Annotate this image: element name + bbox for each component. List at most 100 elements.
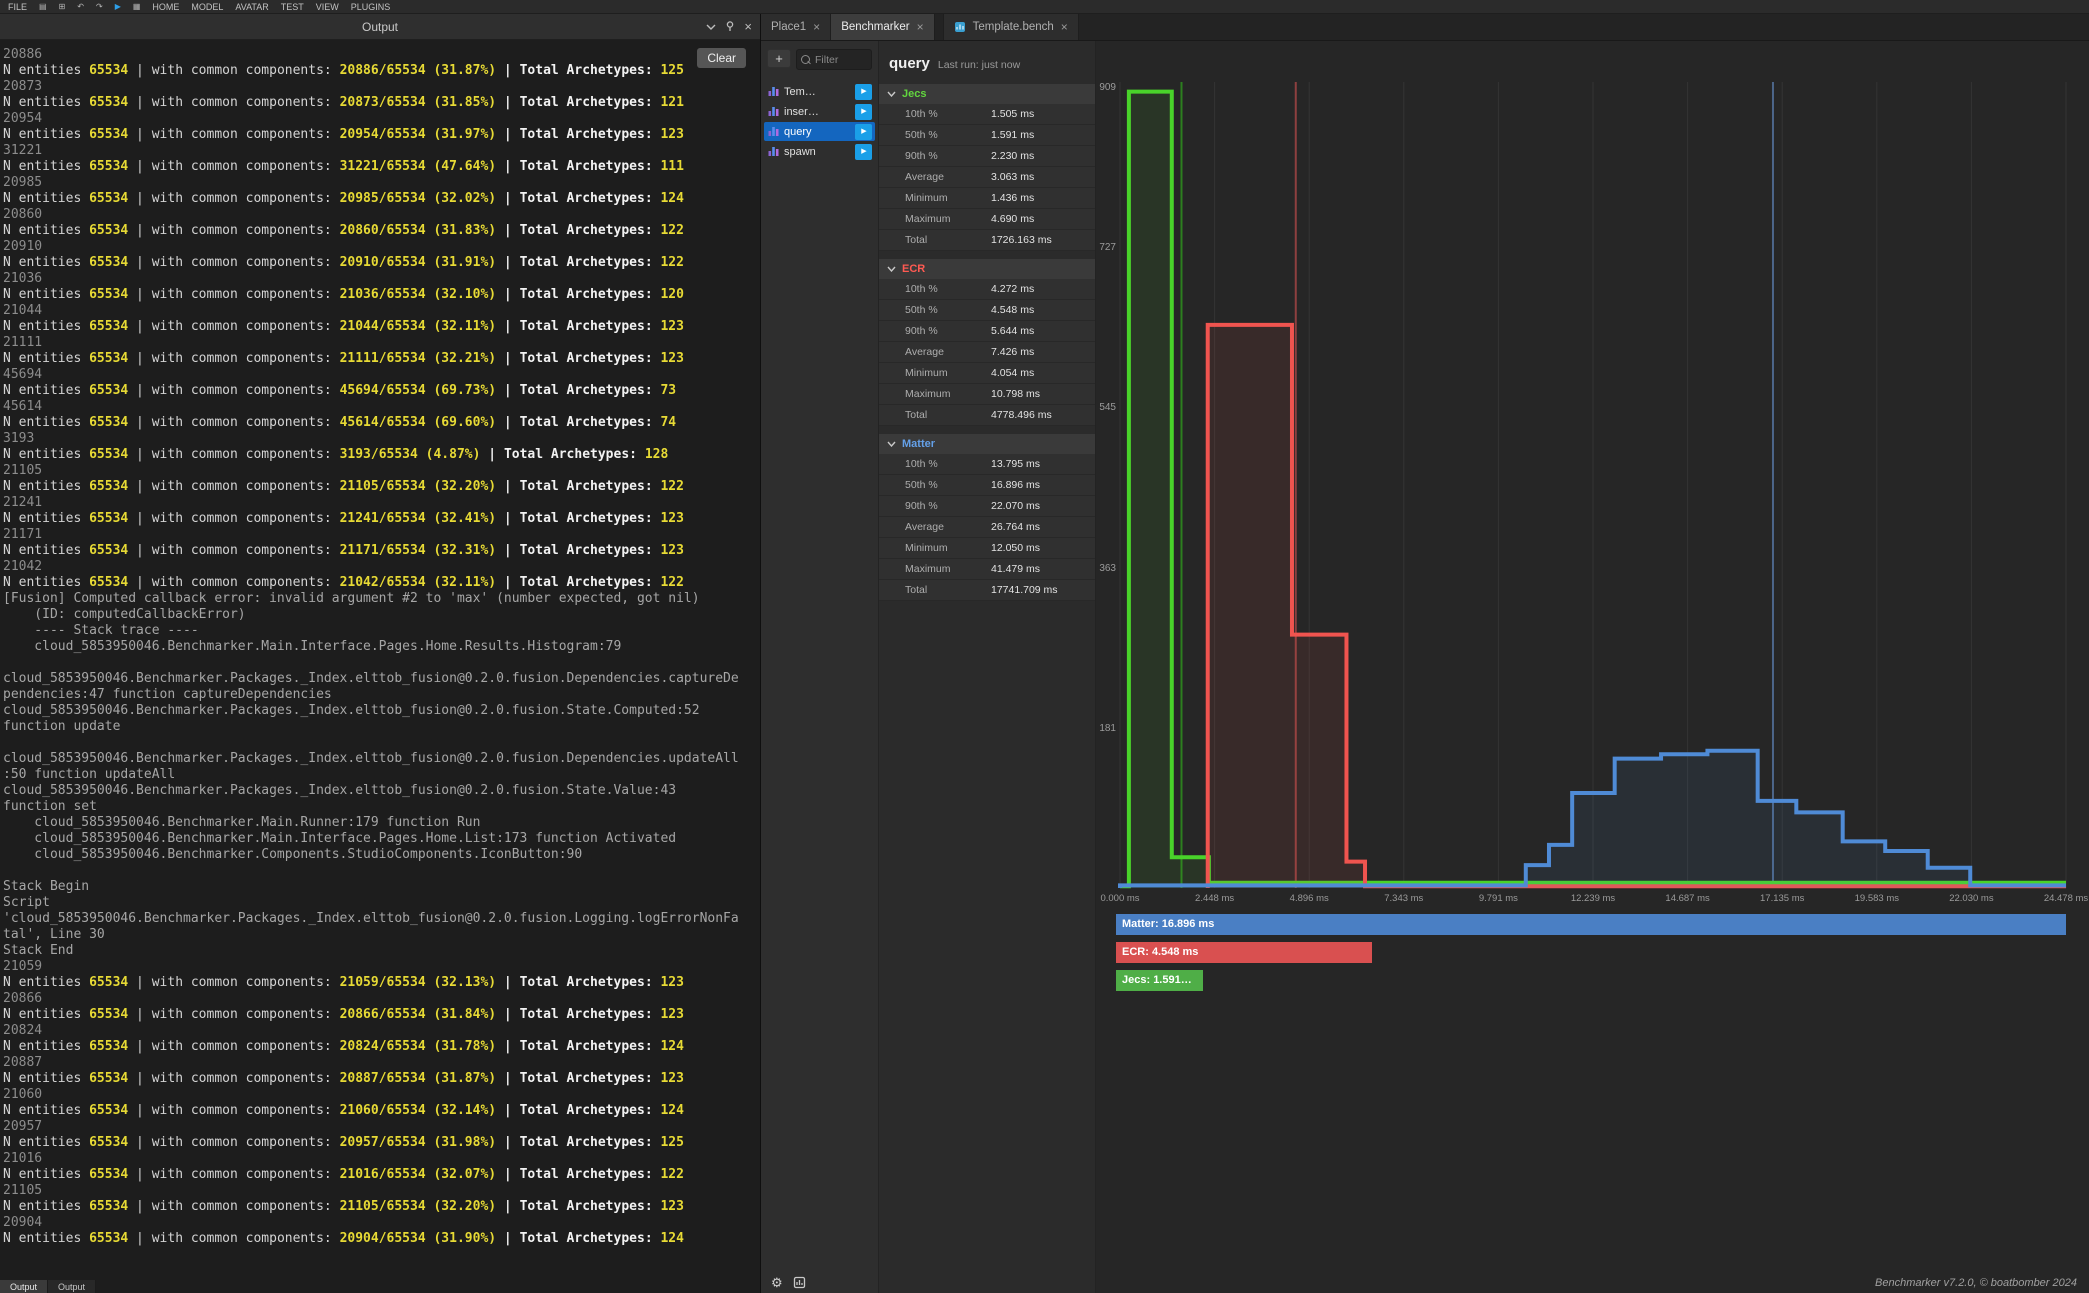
benchmark-item[interactable]: inser… ▶ — [764, 102, 875, 121]
log-line: 21016 — [3, 1151, 760, 1167]
benchmark-item[interactable]: spawn▶ — [764, 142, 875, 161]
stat-row: 10th %1.505 ms — [879, 104, 1095, 125]
stat-value: 4.548 ms — [991, 304, 1034, 316]
log-line: 20904 — [3, 1215, 760, 1231]
stat-label: 50th % — [879, 304, 991, 316]
run-benchmark-button[interactable]: ▶ — [855, 144, 872, 160]
y-tick-label: 545 — [1096, 402, 1116, 413]
section-header[interactable]: Matter — [879, 434, 1095, 454]
run-benchmark-button[interactable]: ▶ — [855, 104, 872, 120]
tab-label: Template.bench — [973, 21, 1054, 33]
x-tick-label: 0.000 ms — [1096, 893, 1152, 904]
panel-menu-chevron-icon[interactable] — [706, 24, 716, 30]
x-tick-label: 9.791 ms — [1466, 893, 1530, 904]
toolbar-icon-1[interactable]: ⊞ — [59, 3, 66, 11]
dock-tab-output[interactable]: Output — [48, 1280, 96, 1293]
stat-label: Minimum — [879, 192, 991, 204]
stat-label: 90th % — [879, 500, 991, 512]
stat-label: Total — [879, 409, 991, 421]
benchmark-item[interactable]: Tem…▶ — [764, 82, 875, 101]
stat-row: 50th %1.591 ms — [879, 125, 1095, 146]
settings-gear-icon[interactable]: ⚙ — [771, 1276, 783, 1289]
close-icon[interactable]: × — [744, 20, 752, 33]
log-line: N entities 65534 | with common component… — [3, 1007, 760, 1023]
search-icon — [801, 55, 810, 64]
log-line: N entities 65534 | with common component… — [3, 191, 760, 207]
menu-tab-avatar[interactable]: AVATAR — [235, 2, 268, 12]
log-line: N entities 65534 | with common component… — [3, 1167, 760, 1183]
filter-input[interactable] — [813, 53, 867, 67]
plugin-footer-icons: ⚙ — [761, 1271, 878, 1293]
x-tick-label: 2.448 ms — [1183, 893, 1247, 904]
x-tick-label: 24.478 ms — [2034, 893, 2089, 904]
legend-bar-jecs: Jecs: 1.591… — [1116, 970, 1203, 991]
stat-value: 4.272 ms — [991, 283, 1034, 295]
benchmark-title: query — [889, 55, 930, 72]
menu-tab-plugins[interactable]: PLUGINS — [351, 2, 391, 12]
stat-row: Maximum4.690 ms — [879, 209, 1095, 230]
histogram-panel: Benchmarker v7.2.0, © boatbomber 2024 90… — [1096, 41, 2089, 1293]
stat-row: Maximum41.479 ms — [879, 559, 1095, 580]
output-panel-header: Output × — [0, 14, 760, 40]
log-line — [3, 863, 760, 879]
log-line: function update — [3, 719, 760, 735]
menu-tab-test[interactable]: TEST — [281, 2, 304, 12]
tab-place1[interactable]: Place1 × — [761, 14, 831, 40]
x-tick-label: 7.343 ms — [1372, 893, 1436, 904]
section-name: Matter — [902, 438, 935, 450]
stat-label: Average — [879, 171, 991, 183]
filter-box[interactable] — [796, 49, 872, 70]
log-line: 20887 — [3, 1055, 760, 1071]
benchmark-list-panel: + Tem…▶inser…▶query▶spawn▶ ⚙ — [761, 41, 879, 1293]
benchmark-item[interactable]: query▶ — [764, 122, 875, 141]
benchmark-toolbar: + — [761, 41, 878, 70]
tab-label: Place1 — [771, 21, 806, 33]
benchmark-icon — [767, 105, 780, 118]
toolbar-icon-0[interactable]: ▤ — [39, 3, 47, 11]
clear-output-button[interactable]: Clear — [697, 48, 746, 68]
stat-value: 22.070 ms — [991, 500, 1040, 512]
menu-tab-view[interactable]: VIEW — [316, 2, 339, 12]
section-header[interactable]: Jecs — [879, 84, 1095, 104]
benchmark-icon — [767, 125, 780, 138]
plugin-content: + Tem…▶inser…▶query▶spawn▶ ⚙ — [761, 41, 2089, 1293]
log-line: N entities 65534 | with common component… — [3, 383, 760, 399]
toolbar-icon-4[interactable]: ▶ — [115, 3, 121, 11]
y-tick-label: 363 — [1096, 563, 1116, 574]
menu-item-file[interactable]: FILE — [8, 2, 27, 12]
report-icon[interactable] — [793, 1276, 806, 1289]
stat-label: 10th % — [879, 108, 991, 120]
log-line: N entities 65534 | with common component… — [3, 479, 760, 495]
pin-icon[interactable] — [725, 21, 735, 32]
toolbar-icon-5[interactable]: ▦ — [133, 3, 141, 11]
y-tick-label: 727 — [1096, 242, 1116, 253]
tab-close-icon[interactable]: × — [1061, 21, 1068, 33]
stat-label: 90th % — [879, 325, 991, 337]
menu-tab-home[interactable]: HOME — [152, 2, 179, 12]
tab-close-icon[interactable]: × — [917, 21, 924, 33]
run-benchmark-button[interactable]: ▶ — [855, 124, 872, 140]
tab-template-bench[interactable]: Template.bench × — [943, 14, 1079, 40]
stat-label: Minimum — [879, 542, 991, 554]
tab-benchmarker[interactable]: Benchmarker× — [831, 14, 934, 40]
toolbar-icon-3[interactable]: ↷ — [96, 3, 103, 11]
log-line: cloud_5853950046.Benchmarker.Packages._I… — [3, 671, 760, 687]
benchmark-item-label: inser… — [784, 106, 819, 118]
x-tick-label: 12.239 ms — [1561, 893, 1625, 904]
toolbar-icon-2[interactable]: ↶ — [77, 3, 84, 11]
menu-tab-model[interactable]: MODEL — [191, 2, 223, 12]
run-benchmark-button[interactable]: ▶ — [855, 84, 872, 100]
stat-label: 10th % — [879, 283, 991, 295]
dock-tab-output[interactable]: Output — [0, 1280, 48, 1293]
stats-section-jecs: Jecs10th %1.505 ms50th %1.591 ms90th %2.… — [879, 84, 1095, 251]
stat-label: Total — [879, 234, 991, 246]
section-header[interactable]: ECR — [879, 259, 1095, 279]
log-line: 20886 — [3, 47, 760, 63]
stats-section-matter: Matter10th %13.795 ms50th %16.896 ms90th… — [879, 434, 1095, 601]
log-line: tal', Line 30 — [3, 927, 760, 943]
log-line: 21105 — [3, 1183, 760, 1199]
tab-close-icon[interactable]: × — [813, 21, 820, 33]
stat-value: 17741.709 ms — [991, 584, 1058, 596]
add-benchmark-button[interactable]: + — [767, 49, 791, 68]
output-log[interactable]: 20886 N entities 65534 | with common comp… — [0, 39, 760, 1280]
